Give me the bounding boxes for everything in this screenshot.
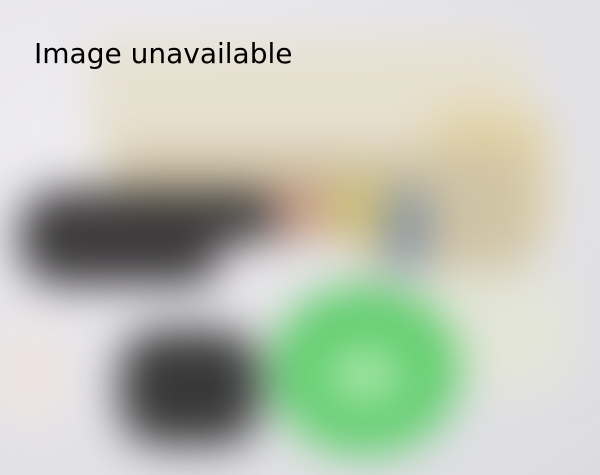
placeholder-canvas: Image unavailable: [0, 0, 600, 475]
blurred-warm-shape: [0, 330, 60, 420]
blurred-dark-lower-shape: [120, 330, 260, 445]
blurred-yellow-chip-shape: [330, 180, 385, 240]
blurred-red-shape: [275, 180, 325, 240]
blurred-green-highlight: [325, 345, 405, 405]
blurred-blue-shape: [385, 190, 430, 270]
unavailable-message: Image unavailable: [34, 37, 293, 70]
